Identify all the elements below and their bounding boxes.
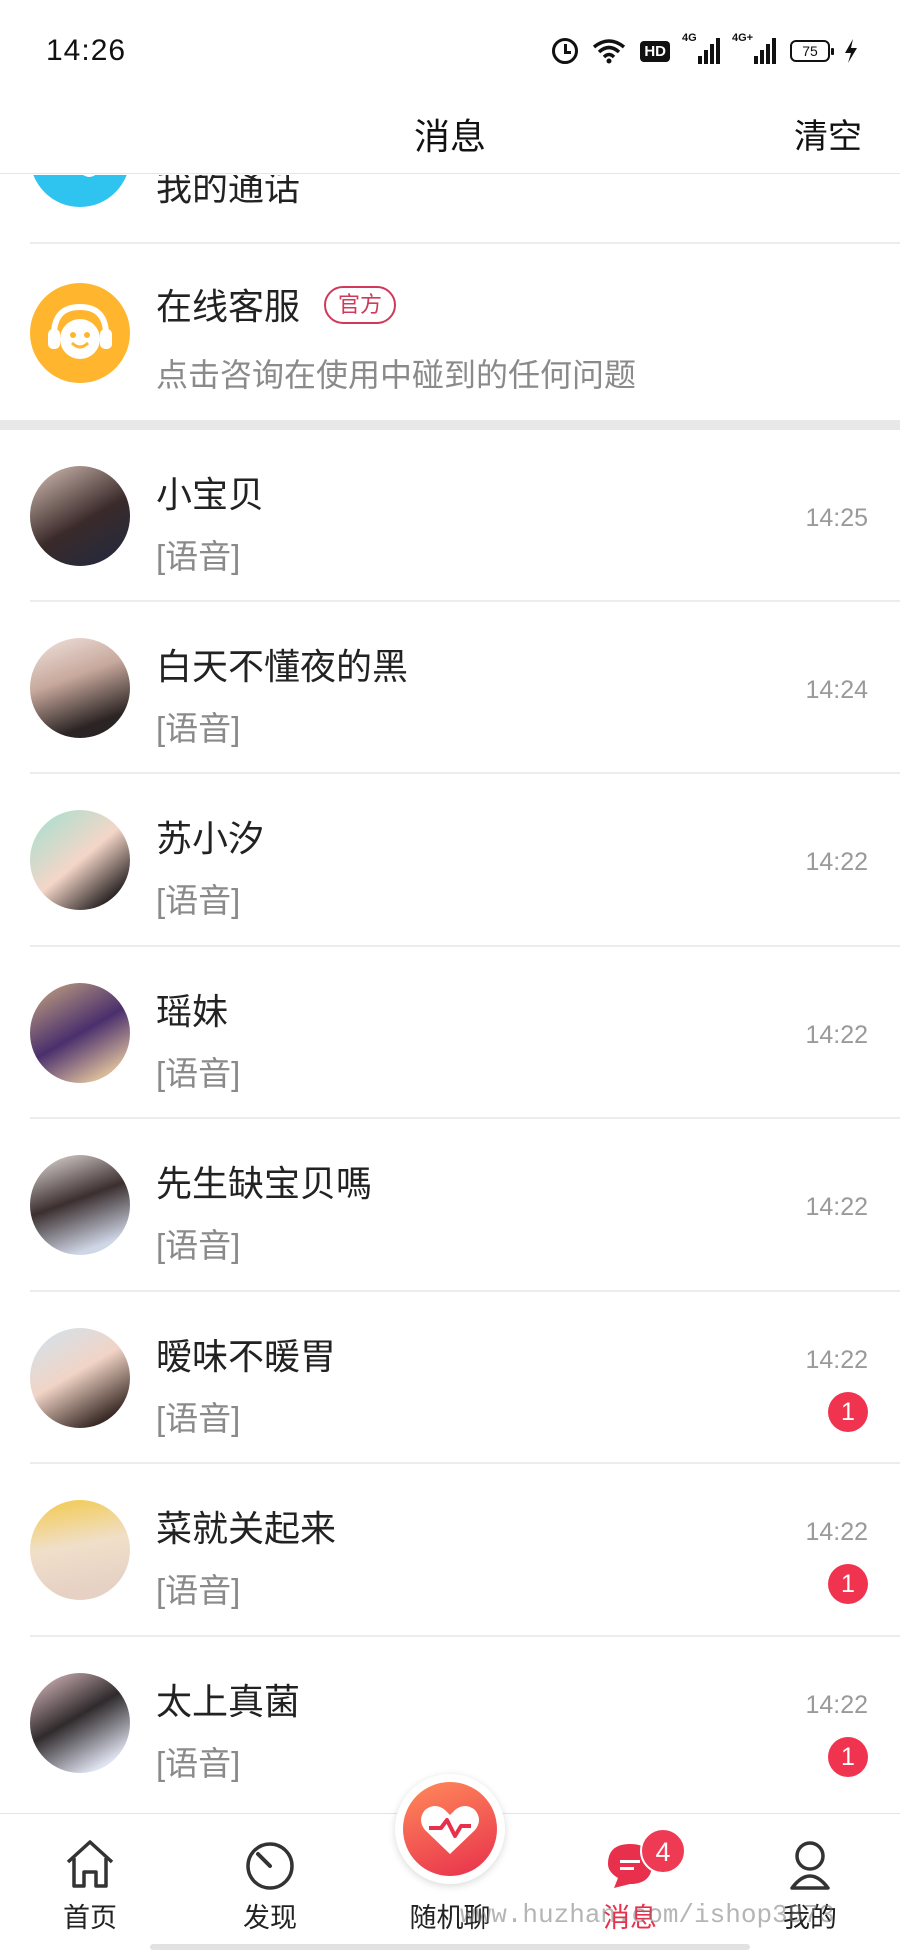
message-preview: [语音] [156, 1745, 241, 1782]
message-preview: [语音] [156, 1227, 241, 1264]
contact-name: 太上真菌 [156, 1681, 301, 1722]
nav-badge: 4 [640, 1828, 686, 1874]
message-time: 14:22 [805, 1346, 868, 1374]
list-item-name: 我的通话 [156, 175, 301, 208]
alarm-icon [552, 38, 579, 64]
compass-icon [246, 1842, 294, 1890]
nav-discover[interactable]: 发现 [200, 1814, 340, 1935]
header: 消息 清空 [0, 100, 900, 174]
avatar[interactable] [30, 810, 130, 910]
contact-name: 菜就关起来 [156, 1508, 337, 1549]
conversation-row[interactable]: 菜就关起来 [语音] 14:22 1 [0, 1464, 900, 1637]
avatar[interactable] [30, 638, 130, 738]
list-item-preview: 点击咨询在使用中碰到的任何问题 [156, 357, 637, 393]
avatar[interactable] [30, 466, 130, 566]
hd-voice-icon: HD [640, 40, 670, 62]
status-time: 14:26 [46, 34, 127, 67]
message-preview: [语音] [156, 1400, 241, 1437]
home-icon [66, 1840, 114, 1888]
random-chat-button[interactable] [395, 1774, 505, 1884]
watermark: www.huzhan.com/ishop3873 [460, 1900, 835, 1930]
conversation-row[interactable]: 暧味不暖胃 [语音] 14:22 1 [0, 1292, 900, 1464]
nav-home[interactable]: 首页 [20, 1814, 160, 1935]
message-list[interactable]: 我的通话 在线客服 官方 点击咨询在使用中碰到的任何问题 小宝贝 [语音] 14:… [0, 175, 900, 1813]
phone-icon [30, 175, 130, 207]
message-time: 14:22 [805, 848, 868, 876]
avatar[interactable] [30, 983, 130, 1083]
message-preview: [语音] [156, 1055, 241, 1092]
avatar[interactable] [30, 1328, 130, 1428]
list-item-online-service[interactable]: 在线客服 官方 点击咨询在使用中碰到的任何问题 [0, 244, 900, 420]
clear-button[interactable]: 清空 [794, 100, 862, 174]
signal-icon-2: 4G+ [732, 32, 776, 64]
message-time: 14:22 [805, 1193, 868, 1221]
avatar[interactable] [30, 1673, 130, 1773]
unread-badge: 1 [828, 1737, 868, 1777]
message-time: 14:22 [805, 1021, 868, 1049]
conversation-row[interactable]: 瑶妹 [语音] 14:22 [0, 947, 900, 1119]
battery-icon: 75 [790, 40, 834, 62]
message-preview: [语音] [156, 538, 241, 575]
section-divider [0, 420, 900, 430]
list-item-calls[interactable]: 我的通话 [0, 175, 900, 244]
unread-badge: 1 [828, 1392, 868, 1432]
signal-icon-1: 4G [682, 32, 720, 64]
contact-name: 苏小汐 [156, 818, 265, 859]
home-indicator[interactable] [150, 1944, 750, 1950]
conversation-row[interactable]: 白天不懂夜的黑 [语音] 14:24 [0, 602, 900, 774]
status-icons: HD 4G 4G+ 75 [552, 32, 858, 64]
official-tag: 官方 [324, 286, 397, 325]
heart-pulse-icon [421, 1806, 479, 1854]
message-preview: [语音] [156, 1572, 241, 1609]
conversation-row[interactable]: 先生缺宝贝嗎 [语音] 14:22 [0, 1119, 900, 1292]
conversation-row[interactable]: 苏小汐 [语音] 14:22 [0, 774, 900, 947]
contact-name: 瑶妹 [156, 991, 229, 1032]
message-time: 14:22 [805, 1518, 868, 1546]
message-preview: [语音] [156, 710, 241, 747]
message-preview: [语音] [156, 882, 241, 919]
headset-smile-icon [30, 283, 130, 383]
contact-name: 先生缺宝贝嗎 [156, 1163, 373, 1204]
conversation-row[interactable]: 小宝贝 [语音] 14:25 [0, 430, 900, 602]
contact-name: 暧味不暖胃 [156, 1336, 337, 1377]
list-item-name: 在线客服 官方 [156, 278, 397, 330]
message-time: 14:24 [805, 676, 868, 704]
contact-name: 白天不懂夜的黑 [156, 646, 409, 687]
nav-label: 首页 [63, 1903, 117, 1933]
page-title: 消息 [413, 116, 486, 157]
message-time: 14:22 [805, 1691, 868, 1719]
avatar[interactable] [30, 1500, 130, 1600]
profile-icon [790, 1841, 830, 1890]
charging-icon [845, 39, 857, 63]
unread-badge: 1 [828, 1564, 868, 1604]
message-time: 14:25 [805, 504, 868, 532]
wifi-icon [593, 39, 626, 64]
nav-label: 发现 [243, 1903, 297, 1933]
avatar[interactable] [30, 1155, 130, 1255]
contact-name: 小宝贝 [156, 474, 265, 515]
status-bar: 14:26 HD 4G 4G+ 75 [0, 0, 900, 100]
